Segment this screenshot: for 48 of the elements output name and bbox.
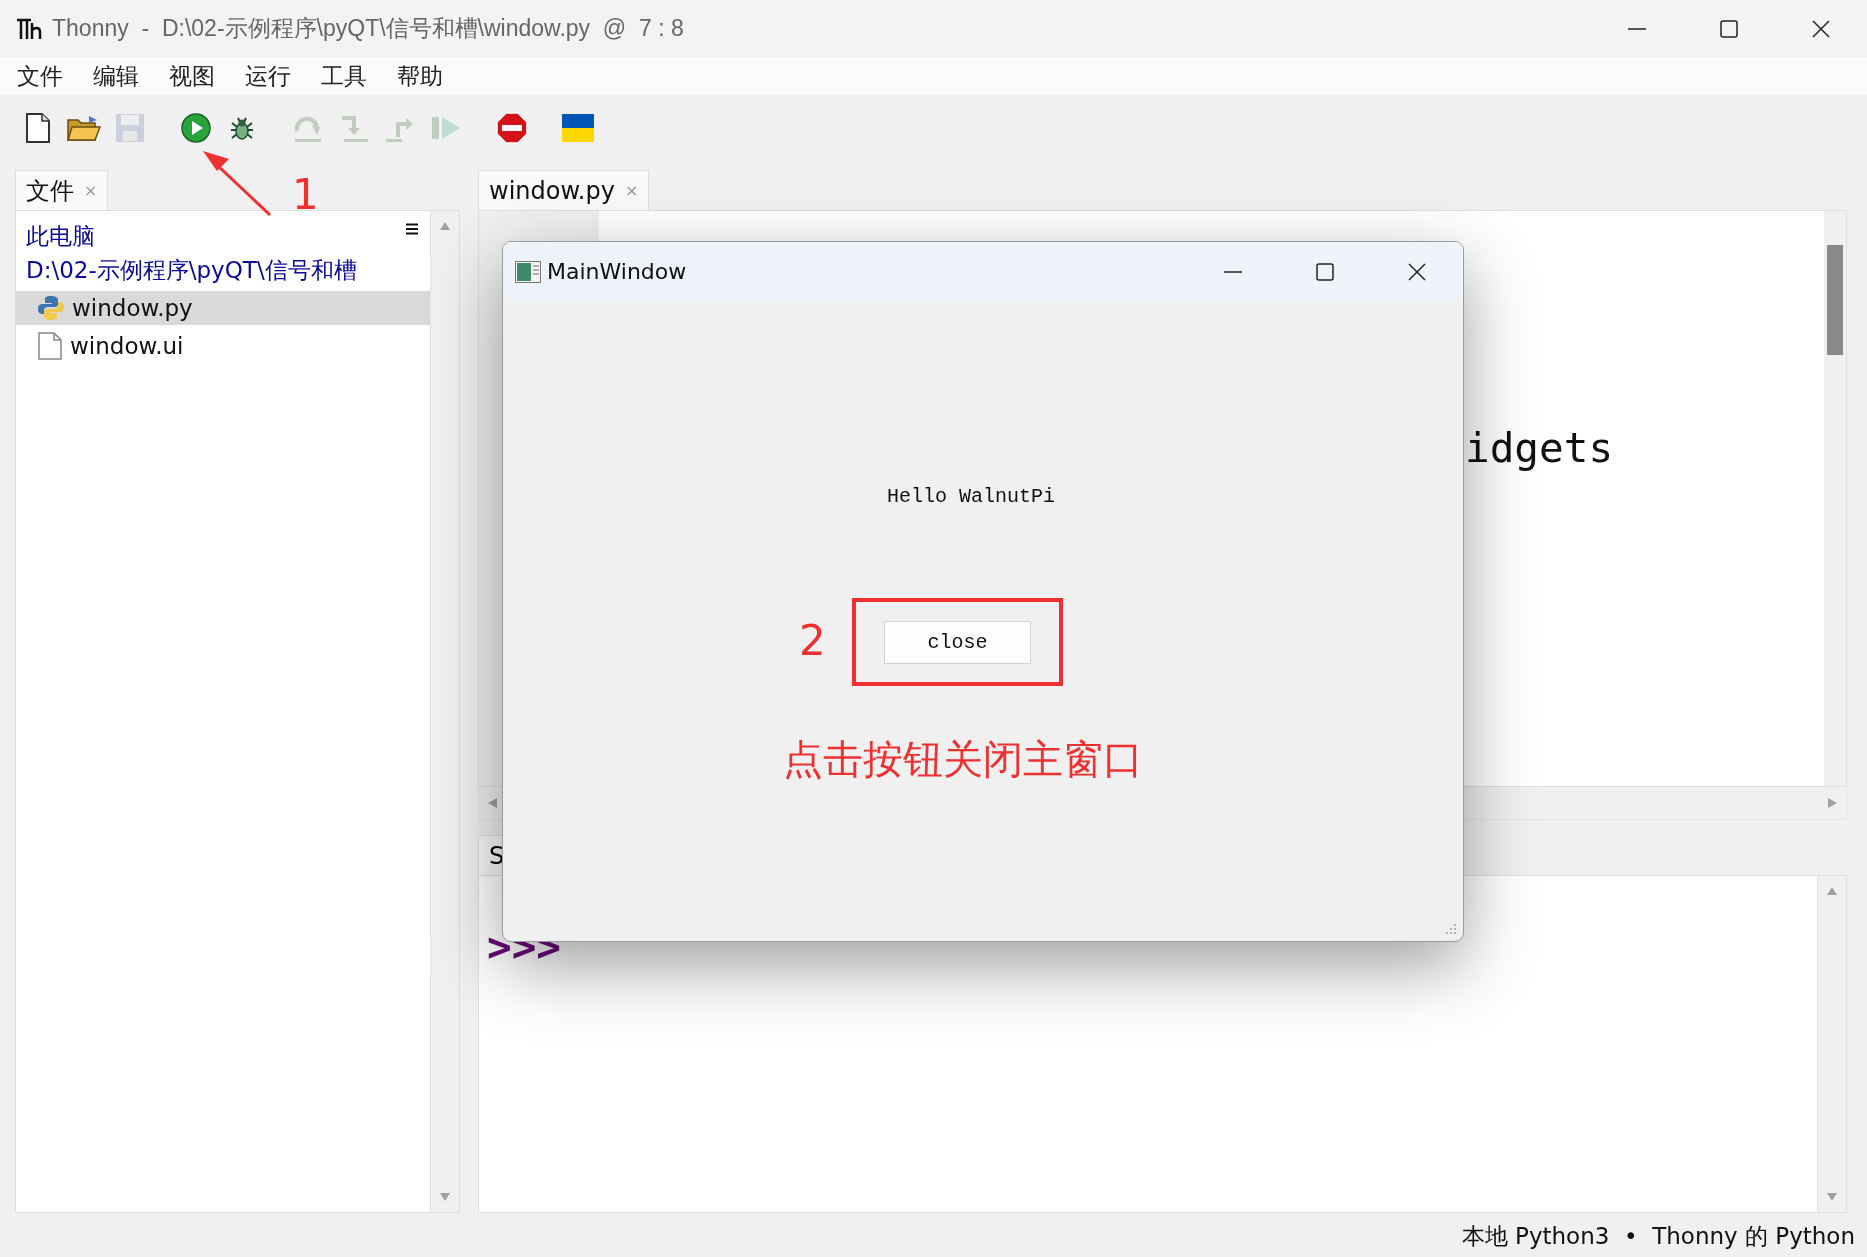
annotation-caption: 点击按钮关闭主窗口 [782, 735, 1144, 784]
app-logo-icon [16, 16, 42, 41]
menu-item[interactable]: 文件 [6, 57, 82, 95]
maximize-icon [1719, 18, 1739, 39]
scroll-down-icon[interactable] [1826, 1192, 1838, 1202]
file-name: window.py [72, 295, 193, 321]
menu-item[interactable]: 视图 [158, 57, 234, 95]
menu-item[interactable]: 编辑 [82, 57, 158, 95]
run-icon [181, 112, 211, 143]
file-icon [38, 332, 62, 360]
close-icon [1811, 18, 1831, 39]
annotation-number: 2 [799, 620, 826, 662]
window-title: Thonny - D:\02-示例程序\pyQT\信号和槽\window.py @ 7 : 8 [52, 14, 684, 43]
code-line: idgets [1465, 423, 1614, 474]
interpreter-status[interactable]: 本地 Python3 • Thonny 的 Python [1461, 1220, 1855, 1252]
folder-icon [67, 113, 101, 142]
menu-item[interactable]: 工具 [310, 57, 386, 95]
minimize-icon [1627, 27, 1647, 30]
scroll-thumb[interactable] [1827, 245, 1843, 355]
annotation-number: 1 [292, 174, 319, 216]
dialog-title: MainWindow [547, 259, 687, 284]
menu-icon[interactable] [406, 223, 418, 235]
scroll-up-icon[interactable] [1826, 886, 1838, 896]
close-icon [1407, 261, 1427, 282]
path-label[interactable]: D:\02-示例程序\pyQT\信号和槽 [26, 253, 406, 287]
location-label[interactable]: 此电脑 [26, 219, 406, 253]
toolbar-button[interactable] [494, 109, 530, 146]
hello-label: Hello WalnutPi [887, 485, 1056, 508]
maximize-icon [1315, 261, 1335, 282]
scroll-left-icon[interactable] [487, 798, 499, 808]
scroll-right-icon[interactable] [1826, 798, 1838, 808]
window-icon [515, 260, 541, 283]
close-button[interactable]: close [884, 621, 1031, 664]
flag-icon [562, 113, 594, 142]
stop-sign-icon [496, 111, 528, 144]
editor-tab[interactable]: window.py × [478, 170, 650, 210]
resize-grip-icon[interactable] [1445, 923, 1457, 935]
python-file-icon [38, 295, 64, 321]
scroll-down-icon[interactable] [439, 1192, 451, 1202]
file-name: window.ui [70, 333, 184, 359]
new-file-icon [26, 112, 50, 143]
scroll-up-icon[interactable] [439, 221, 451, 231]
minimize-icon [1223, 270, 1243, 273]
file-row[interactable]: window.ui [16, 329, 430, 363]
file-row[interactable]: window.py [16, 291, 430, 325]
panel-tab[interactable]: 文件 × [15, 170, 109, 210]
menu-item[interactable]: 帮助 [386, 57, 462, 95]
menu-item[interactable]: 运行 [234, 57, 310, 95]
